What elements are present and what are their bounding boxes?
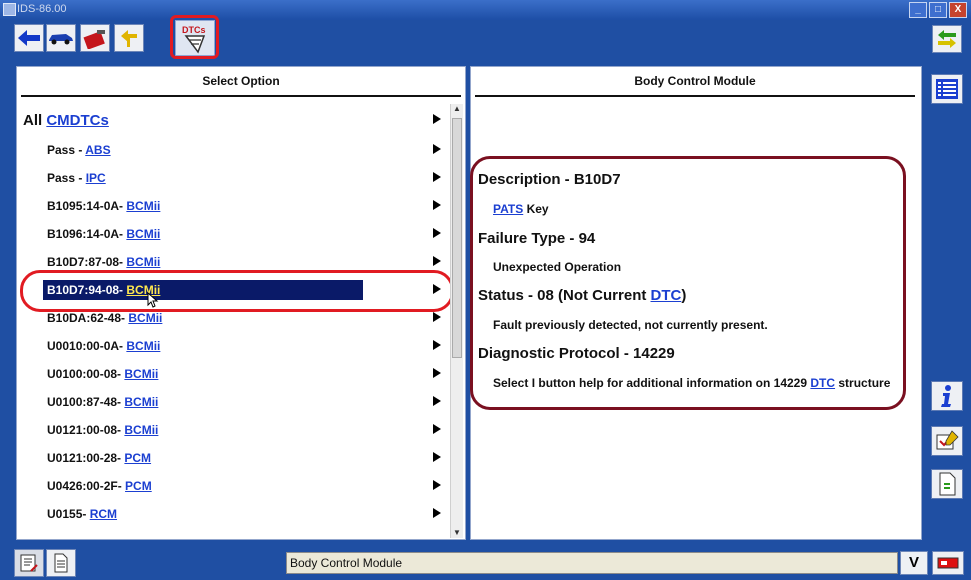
module-link[interactable]: BCMii	[126, 339, 160, 353]
module-link[interactable]: BCMii	[124, 367, 158, 381]
module-link[interactable]: ABS	[85, 143, 110, 157]
toolbox-check-button[interactable]	[931, 426, 963, 456]
expand-arrow-icon[interactable]	[433, 368, 441, 378]
expand-arrow-icon[interactable]	[433, 480, 441, 490]
expand-arrow-icon[interactable]	[433, 340, 441, 350]
list-item[interactable]: U0426:00-2F- PCM	[47, 474, 457, 498]
select-option-title: Select Option	[21, 69, 461, 97]
module-link[interactable]: BCMii	[124, 395, 158, 409]
expand-arrow-icon[interactable]	[433, 228, 441, 238]
expand-arrow-icon[interactable]	[433, 424, 441, 434]
toolbox-button[interactable]	[80, 24, 110, 52]
battery-voltage-button[interactable]: V	[900, 551, 928, 575]
info-icon	[941, 385, 951, 407]
notes-button[interactable]	[14, 549, 44, 577]
mouse-cursor-icon	[147, 292, 159, 308]
list-item[interactable]: B1096:14-0A- BCMii	[47, 222, 457, 246]
minimize-button[interactable]: _	[909, 2, 927, 18]
main-toolbar: DTCs	[0, 15, 971, 59]
expand-arrow-icon[interactable]	[433, 508, 441, 518]
module-link[interactable]: PCM	[124, 451, 151, 465]
connection-icon	[121, 30, 137, 47]
all-prefix: All	[23, 111, 43, 129]
scroll-down-icon[interactable]: ▼	[452, 528, 462, 538]
window-title: IDS-86.00	[17, 3, 67, 15]
expand-arrow-icon[interactable]	[433, 396, 441, 406]
expand-arrow-icon[interactable]	[433, 172, 441, 182]
list-item[interactable]: U0121:00-28- PCM	[47, 446, 457, 470]
selected-row-highlight-frame	[20, 270, 454, 312]
detail-panel-title: Body Control Module	[475, 69, 915, 97]
info-button[interactable]	[931, 381, 963, 411]
detail-callout-frame	[470, 156, 906, 410]
scroll-thumb[interactable]	[452, 118, 462, 358]
list-item[interactable]: U0100:00-08- BCMii	[47, 362, 457, 386]
expand-arrow-icon[interactable]	[433, 114, 441, 124]
list-item[interactable]: Pass - ABS	[47, 138, 457, 162]
page-icon	[54, 553, 68, 573]
module-link[interactable]: BCMii	[126, 227, 160, 241]
list-view-button[interactable]	[931, 74, 963, 104]
list-item[interactable]: U0010:00-0A- BCMii	[47, 334, 457, 358]
maximize-button[interactable]: □	[929, 2, 947, 18]
close-button[interactable]: X	[949, 2, 967, 18]
vehicle-icon	[49, 34, 73, 45]
app-icon	[3, 3, 16, 16]
module-link[interactable]: BCMii	[126, 199, 160, 213]
connection-button[interactable]	[114, 24, 144, 52]
swap-button[interactable]	[932, 25, 962, 53]
scroll-up-icon[interactable]: ▲	[452, 104, 462, 114]
expand-arrow-icon[interactable]	[433, 144, 441, 154]
module-link[interactable]: IPC	[86, 171, 106, 185]
title-bar: IDS-86.00 _ □ X	[0, 0, 971, 20]
document-icon	[939, 472, 956, 496]
list-item[interactable]: Pass - IPC	[47, 166, 457, 190]
document-button[interactable]	[931, 469, 963, 499]
notes-edit-icon	[20, 554, 38, 572]
back-arrow-button[interactable]	[14, 24, 44, 52]
module-link[interactable]: PCM	[125, 479, 152, 493]
list-item[interactable]: B1095:14-0A- BCMii	[47, 194, 457, 218]
all-cmdtcs-link[interactable]: CMDTCs	[46, 112, 109, 129]
module-link[interactable]: BCMii	[124, 423, 158, 437]
list-icon	[936, 79, 958, 99]
list-item[interactable]: U0121:00-08- BCMii	[47, 418, 457, 442]
expand-arrow-icon[interactable]	[433, 256, 441, 266]
back-arrow-icon	[18, 30, 40, 46]
vehicle-button[interactable]	[46, 24, 76, 52]
page-button[interactable]	[46, 549, 76, 577]
list-item-all[interactable]: All CMDTCs	[23, 108, 441, 132]
vcm-status-button[interactable]	[932, 551, 964, 575]
list-scrollbar[interactable]: ▲ ▼	[450, 104, 463, 538]
dtc-highlight-frame	[170, 15, 219, 59]
swap-arrows-icon	[938, 30, 956, 48]
toolbox-icon	[83, 30, 105, 49]
vcm-status-icon	[937, 557, 959, 569]
expand-arrow-icon[interactable]	[433, 200, 441, 210]
toolbox-check-icon	[936, 430, 959, 450]
module-link[interactable]: BCMii	[126, 255, 160, 269]
module-link[interactable]: BCMii	[128, 311, 162, 325]
expand-arrow-icon[interactable]	[433, 452, 441, 462]
list-item[interactable]: U0155- RCM	[47, 502, 457, 526]
expand-arrow-icon[interactable]	[433, 312, 441, 322]
module-link[interactable]: RCM	[90, 507, 117, 521]
status-text-field: Body Control Module	[286, 552, 898, 574]
list-item[interactable]: U0100:87-48- BCMii	[47, 390, 457, 414]
